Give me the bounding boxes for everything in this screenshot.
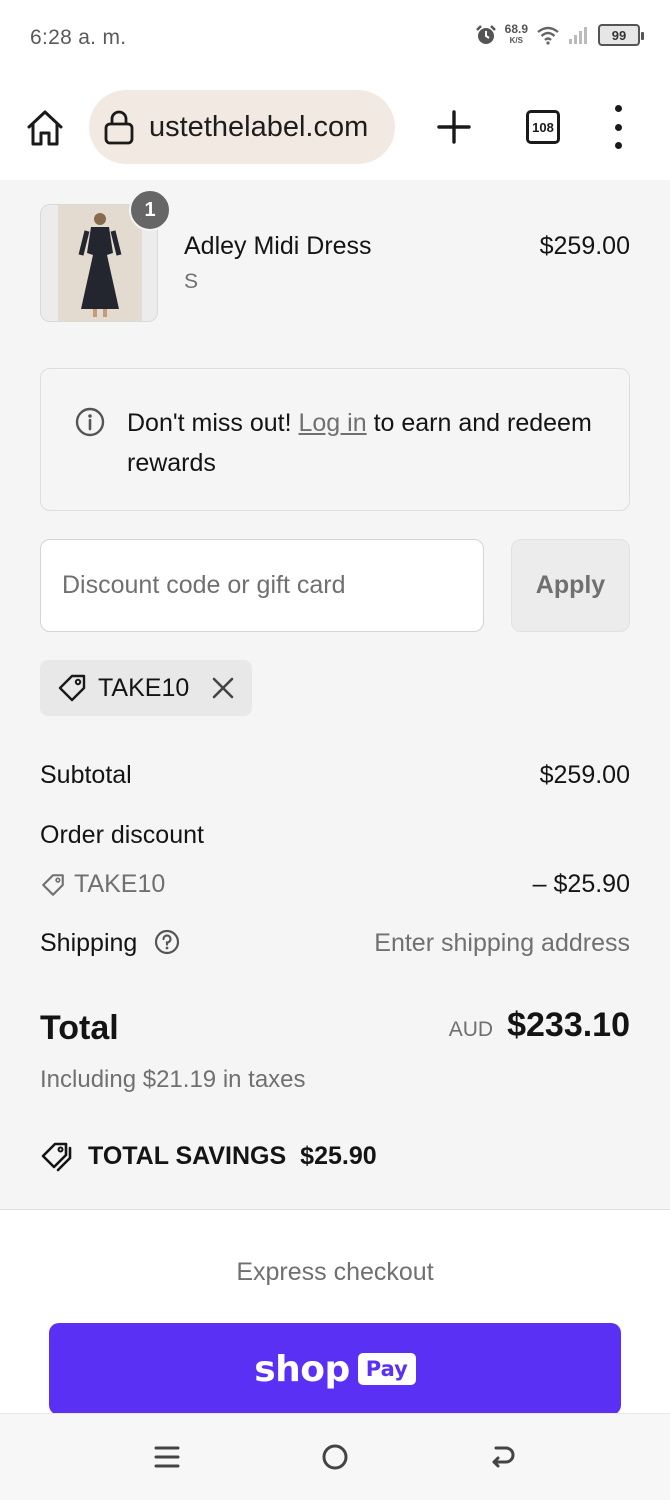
- status-time: 6:28 a. m.: [30, 26, 127, 49]
- plus-icon[interactable]: [434, 107, 474, 147]
- tag-icon: [42, 873, 64, 896]
- close-icon[interactable]: [210, 675, 236, 701]
- info-icon: [75, 407, 105, 437]
- total-amount: $233.10: [507, 1006, 630, 1044]
- back-icon[interactable]: [488, 1442, 518, 1472]
- savings-label: TOTAL SAVINGS: [88, 1141, 287, 1170]
- total-label: Total: [40, 1009, 119, 1047]
- notice-text-before: Don't miss out!: [127, 409, 299, 437]
- product-price: $259.00: [539, 232, 630, 260]
- savings-amount: $25.90: [300, 1141, 377, 1170]
- total-value-group: AUD $233.10: [449, 1006, 630, 1045]
- shop-pay-button[interactable]: shop Pay: [49, 1323, 621, 1415]
- savings-tag-icon: [41, 1142, 72, 1172]
- system-nav-bar: [0, 1413, 670, 1500]
- subtotal-label: Subtotal: [40, 761, 132, 789]
- net-speed-unit: K/S: [509, 36, 523, 45]
- net-speed: 68.9 K/S: [504, 22, 528, 46]
- net-speed-value: 68.9: [504, 22, 528, 36]
- alarm-icon: [475, 25, 496, 44]
- discount-code-input[interactable]: [40, 539, 484, 632]
- home-circle-icon[interactable]: [320, 1442, 350, 1472]
- signal-icon: [569, 27, 587, 44]
- pay-logo-text: Pay: [357, 1353, 416, 1385]
- home-icon[interactable]: [24, 107, 66, 149]
- express-checkout-section: Express checkout shop Pay: [0, 1209, 670, 1415]
- shipping-value: Enter shipping address: [374, 929, 630, 957]
- rewards-notice-text: Don't miss out! Log in to earn and redee…: [127, 403, 597, 483]
- url-text: ustethelabel.com: [149, 110, 369, 143]
- lock-icon: [104, 110, 134, 145]
- more-icon[interactable]: [608, 105, 628, 149]
- tab-count-button[interactable]: 108: [526, 110, 560, 144]
- shipping-label: Shipping: [40, 929, 138, 957]
- help-icon[interactable]: [154, 929, 180, 955]
- applied-discount-code: TAKE10: [98, 673, 190, 702]
- order-discount-value: – $25.90: [532, 870, 630, 898]
- status-icons: 68.9 K/S 99: [475, 22, 644, 46]
- address-bar[interactable]: ustethelabel.com: [89, 90, 395, 164]
- product-name: Adley Midi Dress: [184, 232, 372, 260]
- recents-icon[interactable]: [152, 1442, 182, 1472]
- product-variant: S: [184, 270, 199, 293]
- login-link[interactable]: Log in: [299, 409, 367, 437]
- applied-discount-tag: TAKE10: [40, 660, 252, 716]
- order-discount-label: Order discount: [40, 821, 204, 849]
- tag-icon: [58, 674, 86, 702]
- order-discount-code-text: TAKE10: [74, 870, 166, 898]
- shipping-row: Shipping: [40, 929, 180, 958]
- subtotal-value: $259.00: [539, 761, 630, 789]
- apply-button[interactable]: Apply: [511, 539, 630, 632]
- battery-icon: 99: [598, 24, 644, 46]
- total-savings: TOTAL SAVINGS $25.90: [40, 1140, 377, 1172]
- quantity-badge: 1: [129, 189, 171, 231]
- express-checkout-title: Express checkout: [236, 1258, 434, 1286]
- browser-toolbar: ustethelabel.com 108: [0, 75, 670, 180]
- wifi-icon: [537, 26, 559, 45]
- rewards-notice: Don't miss out! Log in to earn and redee…: [40, 368, 630, 511]
- order-discount-code: TAKE10: [40, 870, 165, 899]
- currency-code: AUD: [448, 1018, 494, 1041]
- status-bar: 6:28 a. m. 68.9 K/S 99: [0, 0, 670, 75]
- shop-logo-text: shop: [254, 1348, 350, 1390]
- taxes-note: Including $21.19 in taxes: [40, 1066, 306, 1093]
